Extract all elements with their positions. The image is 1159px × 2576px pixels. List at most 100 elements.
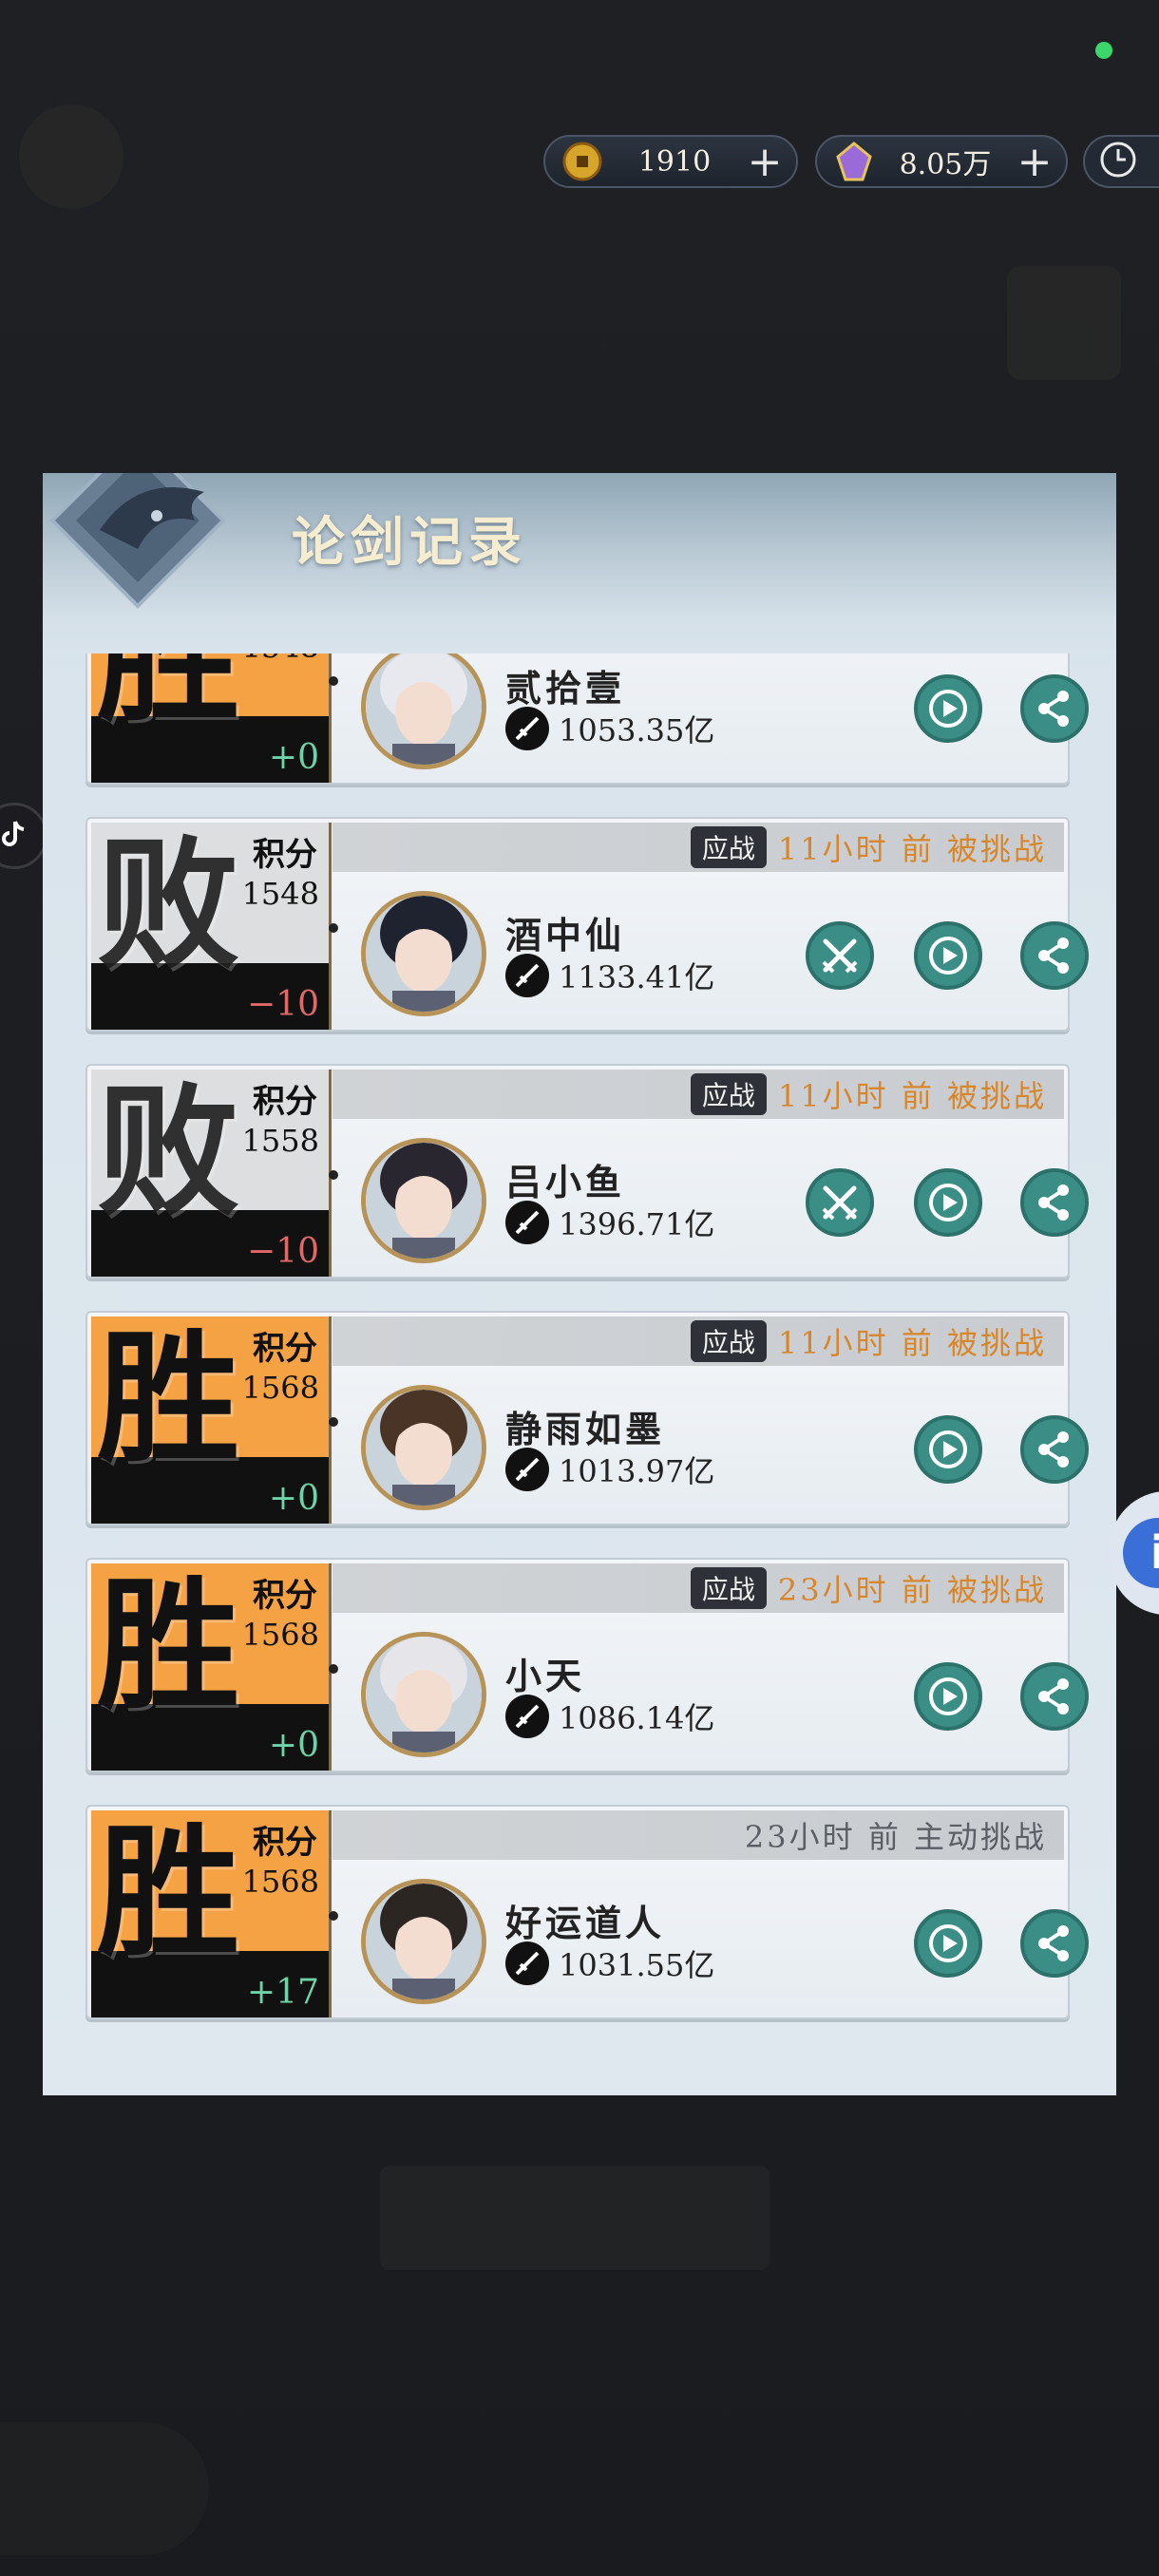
record-card: 败 积分 1548 −10 应战 11小时 前 被挑战 酒中仙 1133.41亿 — [86, 817, 1089, 1032]
points-label: 积分 — [253, 1577, 317, 1615]
replay-icon — [929, 1924, 967, 1962]
replay-icon — [929, 1184, 967, 1222]
result-panel: 败 积分 1548 −10 — [91, 823, 329, 1030]
opponent-name: 静雨如墨 — [505, 1408, 666, 1450]
result-text: 胜 — [97, 1810, 240, 1977]
result-text: 胜 — [97, 653, 240, 742]
replay-button[interactable] — [914, 921, 982, 990]
result-panel: 胜 积分 1568 +17 — [91, 1810, 329, 2017]
record-card: 胜 积分 1568 +0 应战 11小时 前 被挑战 静雨如墨 1013.97亿 — [86, 1311, 1089, 1525]
divider-dot — [329, 1170, 338, 1180]
share-icon — [1038, 1184, 1069, 1221]
record-info-bar: 应战 11小时 前 被挑战 — [332, 1070, 1064, 1119]
dialog-title: 论剑记录 — [292, 511, 527, 574]
result-text: 败 — [97, 1070, 240, 1236]
result-panel: 胜 积分 1568 +0 — [91, 1316, 329, 1524]
add-copper-button[interactable]: + — [743, 138, 787, 186]
record-time: 11小时 前 被挑战 — [777, 1325, 1047, 1361]
copper-currency: 1910 + — [543, 135, 798, 188]
record-card: 胜 积分 1548 +0 贰拾壹 1053.35亿 — [86, 653, 1089, 785]
sword-power-icon — [505, 954, 549, 997]
result-panel: 胜 积分 1548 +0 — [91, 653, 329, 783]
tiktok-float-button[interactable] — [0, 803, 48, 869]
record-time: 23小时 前 被挑战 — [777, 1572, 1047, 1608]
record-info-bar: 应战 23小时 前 被挑战 — [332, 1563, 1064, 1613]
opponent-avatar[interactable] — [361, 653, 486, 769]
replay-button[interactable] — [914, 674, 982, 743]
opponent-avatar[interactable] — [361, 891, 486, 1016]
share-icon — [1038, 1431, 1069, 1468]
sword-power-icon — [505, 1201, 549, 1244]
combat-power: 1086.14亿 — [505, 1695, 714, 1738]
opponent-avatar[interactable] — [361, 1138, 486, 1263]
opponent-name: 贰拾壹 — [505, 667, 626, 710]
points-value: 1548 — [241, 876, 319, 912]
opponent-name: 小天 — [505, 1655, 586, 1697]
sword-power-icon — [505, 1941, 549, 1985]
record-time: 11小时 前 被挑战 — [777, 1078, 1047, 1114]
divider — [329, 653, 332, 783]
opponent-avatar[interactable] — [361, 1632, 486, 1757]
crossed-swords-icon — [822, 1185, 858, 1221]
share-button[interactable] — [1020, 1168, 1089, 1237]
combat-power-value: 1086.14亿 — [559, 1700, 715, 1736]
replay-button[interactable] — [914, 1909, 982, 1978]
points-delta: −10 — [247, 985, 319, 1024]
opponent-avatar[interactable] — [361, 1385, 486, 1510]
points-delta: +0 — [268, 738, 319, 777]
share-button[interactable] — [1020, 674, 1089, 743]
background-button — [380, 2166, 770, 2270]
points-label: 积分 — [253, 1824, 317, 1862]
replay-button[interactable] — [914, 1662, 982, 1731]
record-time: 23小时 前 主动挑战 — [744, 1819, 1047, 1855]
points-label: 积分 — [253, 836, 317, 874]
dialog-emblem-icon — [49, 473, 226, 609]
divider-dot — [329, 1664, 338, 1674]
share-button[interactable] — [1020, 1909, 1089, 1978]
points-delta: −10 — [247, 1232, 319, 1271]
opponent-avatar[interactable] — [361, 1879, 486, 2004]
record-time: 11小时 前 被挑战 — [777, 831, 1047, 867]
sword-power-icon — [505, 1695, 549, 1738]
points-value: 1558 — [241, 1123, 319, 1159]
combat-power-value: 1053.35亿 — [559, 712, 715, 748]
gem-currency: 8.05万 + — [815, 135, 1068, 188]
purple-gem-icon — [830, 138, 878, 185]
copper-coin-icon — [559, 138, 606, 185]
opponent-name: 吕小鱼 — [505, 1161, 626, 1203]
result-panel: 胜 积分 1568 +0 — [91, 1563, 329, 1771]
record-card: 胜 积分 1568 +0 应战 23小时 前 被挑战 小天 1086.14亿 — [86, 1558, 1089, 1772]
clock-icon — [1098, 140, 1138, 183]
replay-button[interactable] — [914, 1415, 982, 1484]
clock-button[interactable] — [1083, 135, 1159, 188]
replay-icon — [929, 937, 967, 975]
result-text: 胜 — [97, 1316, 240, 1483]
assist-float-button[interactable]: i — [1110, 1491, 1159, 1615]
record-list[interactable]: 胜 积分 1548 +0 贰拾壹 1053.35亿 — [43, 653, 1116, 2033]
combat-power-value: 1013.97亿 — [559, 1453, 715, 1489]
replay-button[interactable] — [914, 1168, 982, 1237]
combat-power: 1013.97亿 — [505, 1448, 714, 1491]
share-button[interactable] — [1020, 1662, 1089, 1731]
respond-tag: 应战 — [690, 826, 767, 868]
replay-icon — [929, 1677, 967, 1715]
share-button[interactable] — [1020, 921, 1089, 990]
share-button[interactable] — [1020, 1415, 1089, 1484]
opponent-name: 酒中仙 — [505, 914, 626, 957]
divider-dot — [329, 1417, 338, 1427]
divider-dot — [329, 923, 338, 933]
combat-power: 1133.41亿 — [505, 954, 714, 997]
add-gem-button[interactable]: + — [1013, 138, 1056, 186]
points-value: 1548 — [242, 653, 319, 665]
record-info-bar: 应战 11小时 前 被挑战 — [332, 1316, 1064, 1366]
status-indicator — [1095, 42, 1112, 59]
replay-icon — [929, 690, 967, 728]
combat-power-value: 1396.71亿 — [559, 1206, 715, 1242]
record-card: 败 积分 1558 −10 应战 11小时 前 被挑战 吕小鱼 1396.71亿 — [86, 1064, 1089, 1279]
points-delta: +0 — [268, 1726, 319, 1765]
challenge-button[interactable] — [806, 921, 874, 990]
challenge-button[interactable] — [806, 1168, 874, 1237]
points-delta: +17 — [247, 1973, 319, 2012]
combat-power: 1053.35亿 — [505, 707, 714, 750]
record-info-bar: 23小时 前 主动挑战 — [332, 1810, 1064, 1860]
